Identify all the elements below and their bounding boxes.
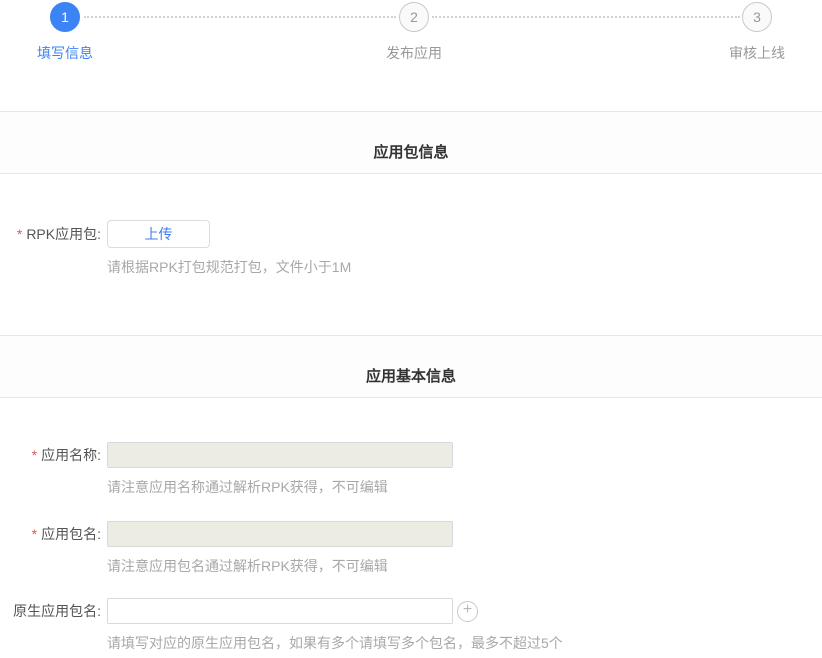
required-mark: * <box>17 226 22 242</box>
add-package-name-button[interactable]: + <box>457 601 478 622</box>
app-name-input <box>107 442 453 468</box>
step-review-online[interactable]: 3 审核上线 <box>729 2 785 63</box>
field-rpk-package: *RPK应用包: 上传 请根据RPK打包规范打包，文件小于1M <box>0 220 822 277</box>
step-1-circle: 1 <box>50 2 80 32</box>
step-connector-line <box>84 16 396 18</box>
app-package-label: *应用包名: <box>0 524 101 544</box>
section-header-basic-info: 应用基本信息 <box>0 335 822 398</box>
native-package-label-text: 原生应用包名: <box>13 603 101 619</box>
step-publish-app[interactable]: 2 发布应用 <box>386 2 442 63</box>
native-package-input[interactable] <box>107 598 453 624</box>
stepper: 1 填写信息 2 发布应用 3 审核上线 <box>0 0 822 111</box>
step-2-label: 发布应用 <box>386 43 442 63</box>
app-package-helper: 请注意应用包名通过解析RPK获得，不可编辑 <box>107 556 822 576</box>
field-app-package-name: *应用包名: 请注意应用包名通过解析RPK获得，不可编辑 <box>0 521 822 576</box>
upload-button[interactable]: 上传 <box>107 220 210 248</box>
section-header-package-info: 应用包信息 <box>0 111 822 174</box>
step-2-circle: 2 <box>399 2 429 32</box>
required-mark: * <box>32 526 37 542</box>
step-fill-info[interactable]: 1 填写信息 <box>37 2 93 63</box>
add-icon: + <box>463 602 472 618</box>
section-title: 应用基本信息 <box>366 365 456 386</box>
step-1-label: 填写信息 <box>37 43 93 63</box>
required-mark: * <box>32 447 37 463</box>
app-name-label-text: 应用名称: <box>41 447 101 463</box>
section-title: 应用包信息 <box>373 141 448 162</box>
rpk-package-helper: 请根据RPK打包规范打包，文件小于1M <box>107 257 822 277</box>
field-app-name: *应用名称: 请注意应用名称通过解析RPK获得，不可编辑 <box>0 442 822 497</box>
native-package-label: 原生应用包名: <box>0 601 101 621</box>
field-native-package-name: 原生应用包名: + 请填写对应的原生应用包名，如果有多个请填写多个包名，最多不超… <box>0 598 822 653</box>
app-name-label: *应用名称: <box>0 445 101 465</box>
app-package-input <box>107 521 453 547</box>
native-package-helper: 请填写对应的原生应用包名，如果有多个请填写多个包名，最多不超过5个 <box>107 633 822 653</box>
rpk-package-label: *RPK应用包: <box>0 224 101 244</box>
step-3-circle: 3 <box>742 2 772 32</box>
app-package-label-text: 应用包名: <box>41 526 101 542</box>
step-connector-line <box>432 16 740 18</box>
step-3-label: 审核上线 <box>729 43 785 63</box>
app-name-helper: 请注意应用名称通过解析RPK获得，不可编辑 <box>107 477 822 497</box>
rpk-package-label-text: RPK应用包: <box>26 226 101 242</box>
app-submission-page: 1 填写信息 2 发布应用 3 审核上线 应用包信息 *RPK应用包: 上传 请… <box>0 0 822 653</box>
